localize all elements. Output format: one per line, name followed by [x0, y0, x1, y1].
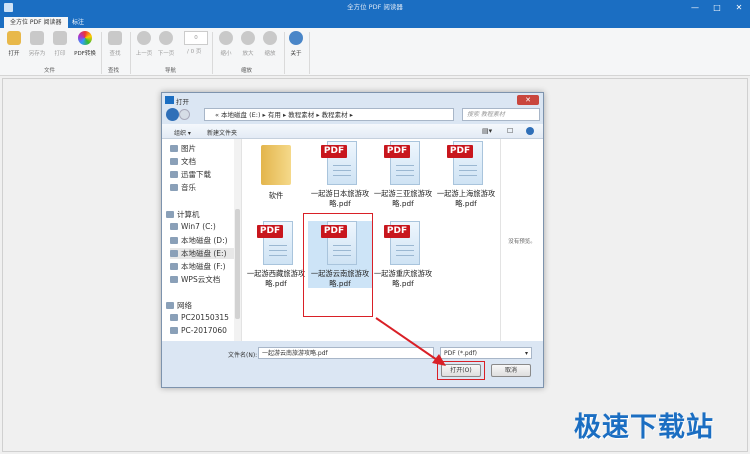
watermark-logo: 极速下载站: [574, 412, 714, 443]
red-arrow-icon: [375, 317, 446, 366]
